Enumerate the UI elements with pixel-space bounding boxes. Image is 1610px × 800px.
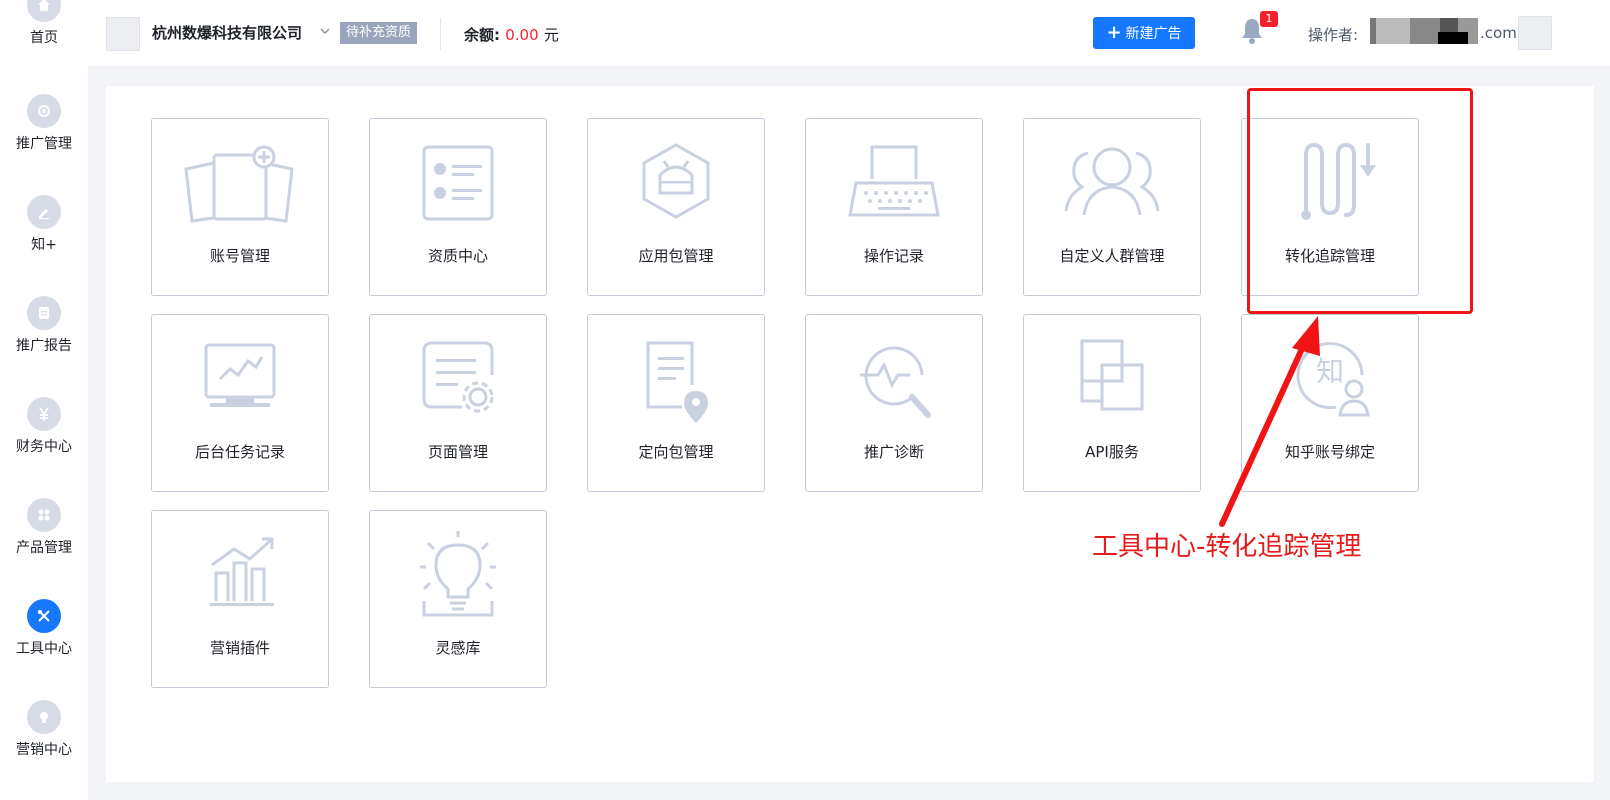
balance-unit: 元	[543, 26, 559, 44]
tool-targeting-package-management[interactable]: 定向包管理	[587, 314, 765, 492]
tool-label: 灵感库	[435, 639, 481, 657]
account-cards-icon	[184, 145, 294, 223]
operator-label: 操作者:	[1308, 26, 1359, 44]
top-header: 杭州数爆科技有限公司 待补充资质 余额: 0.00 元 + 新建广告 1 操作者…	[88, 0, 1610, 66]
tool-page-management[interactable]: 页面管理	[369, 314, 547, 492]
sidebar: 首页 推广管理 知+ 推广报告 财务中心 产品管理 工具中心 营销中心	[0, 0, 88, 800]
sidebar-item-label: 财务中心	[16, 439, 72, 455]
qualification-list-icon	[422, 145, 494, 221]
tool-account-management[interactable]: 账号管理	[151, 118, 329, 296]
sidebar-item-zhi-plus[interactable]: 知+	[0, 195, 88, 255]
tools-icon	[27, 599, 61, 633]
new-ad-button[interactable]: + 新建广告	[1093, 17, 1195, 49]
report-icon	[27, 296, 61, 330]
tool-app-package-management[interactable]: 应用包管理	[587, 118, 765, 296]
sidebar-item-label: 产品管理	[16, 540, 72, 556]
tool-inspiration-library[interactable]: 灵感库	[369, 510, 547, 688]
highlight-box	[1247, 88, 1473, 314]
sidebar-item-home[interactable]: 首页	[0, 0, 88, 48]
plus-icon: +	[1106, 22, 1122, 43]
sidebar-item-label: 推广报告	[16, 338, 72, 354]
tool-label: 操作记录	[863, 247, 924, 265]
annotation-text: 工具中心-转化追踪管理	[1092, 532, 1362, 562]
sidebar-item-label: 知+	[31, 237, 57, 253]
page-settings-icon	[422, 341, 494, 413]
home-icon	[27, 0, 61, 22]
operator-domain: .com	[1480, 24, 1517, 42]
balance-label: 余额:	[464, 26, 500, 44]
edit-icon	[27, 195, 61, 229]
yuan-icon	[27, 397, 61, 431]
sidebar-item-promotion[interactable]: 推广管理	[0, 94, 88, 154]
sidebar-item-tools[interactable]: 工具中心	[0, 599, 88, 659]
tool-custom-audience-management[interactable]: 自定义人群管理	[1023, 118, 1201, 296]
tool-background-task-log[interactable]: 后台任务记录	[151, 314, 329, 492]
balance: 余额: 0.00 元	[464, 24, 559, 45]
sidebar-item-label: 首页	[30, 30, 58, 46]
tool-label: 知乎账号绑定	[1284, 443, 1375, 461]
zhihu-bind-icon: 知	[1296, 342, 1370, 417]
balance-value: 0.00	[505, 26, 539, 44]
notification-badge: 1	[1260, 11, 1278, 27]
tool-operation-log[interactable]: 操作记录	[805, 118, 983, 296]
qualification-badge[interactable]: 待补充资质	[340, 22, 418, 44]
tool-label: 定向包管理	[638, 443, 714, 461]
tool-label: 应用包管理	[638, 247, 714, 265]
sidebar-item-label: 推广管理	[16, 136, 72, 152]
android-package-icon	[642, 143, 710, 219]
tool-label: 营销插件	[209, 639, 270, 657]
tool-api-service[interactable]: API服务	[1023, 314, 1201, 492]
marketing-icon	[27, 700, 61, 734]
document-location-icon	[646, 341, 708, 423]
sidebar-item-label: 工具中心	[16, 641, 72, 657]
sidebar-item-report[interactable]: 推广报告	[0, 296, 88, 356]
tool-label: 账号管理	[209, 247, 270, 265]
tool-label: 页面管理	[427, 443, 488, 461]
promotion-icon	[27, 94, 61, 128]
svg-text:知: 知	[1316, 355, 1344, 388]
chevron-down-icon[interactable]	[318, 24, 332, 38]
sidebar-item-label: 营销中心	[16, 742, 72, 758]
tool-label: 资质中心	[427, 247, 488, 265]
diagnosis-icon	[860, 346, 931, 418]
lightbulb-icon	[420, 531, 496, 617]
tool-zhihu-account-binding[interactable]: 知 知乎账号绑定	[1241, 314, 1419, 492]
header-divider	[440, 18, 441, 50]
user-avatar[interactable]	[1518, 16, 1552, 50]
tool-label: 自定义人群管理	[1059, 247, 1165, 265]
sidebar-item-marketing[interactable]: 营销中心	[0, 700, 88, 760]
tool-label: 推广诊断	[863, 443, 924, 461]
new-ad-label: 新建广告	[1125, 26, 1182, 42]
api-squares-icon	[1080, 339, 1144, 411]
people-group-icon	[1064, 147, 1160, 216]
typewriter-icon	[848, 145, 940, 217]
company-avatar[interactable]	[106, 17, 140, 51]
sidebar-item-products[interactable]: 产品管理	[0, 498, 88, 558]
tool-marketing-plugin[interactable]: 营销插件	[151, 510, 329, 688]
growth-chart-icon	[210, 537, 274, 606]
tool-label: 后台任务记录	[194, 443, 285, 461]
tool-label: API服务	[1085, 443, 1139, 461]
monitor-chart-icon	[204, 343, 276, 407]
sidebar-item-finance[interactable]: 财务中心	[0, 397, 88, 457]
tool-promotion-diagnosis[interactable]: 推广诊断	[805, 314, 983, 492]
company-name[interactable]: 杭州数爆科技有限公司	[152, 22, 302, 43]
tool-qualification-center[interactable]: 资质中心	[369, 118, 547, 296]
grid-icon	[27, 498, 61, 532]
operator-redacted	[1370, 18, 1478, 44]
